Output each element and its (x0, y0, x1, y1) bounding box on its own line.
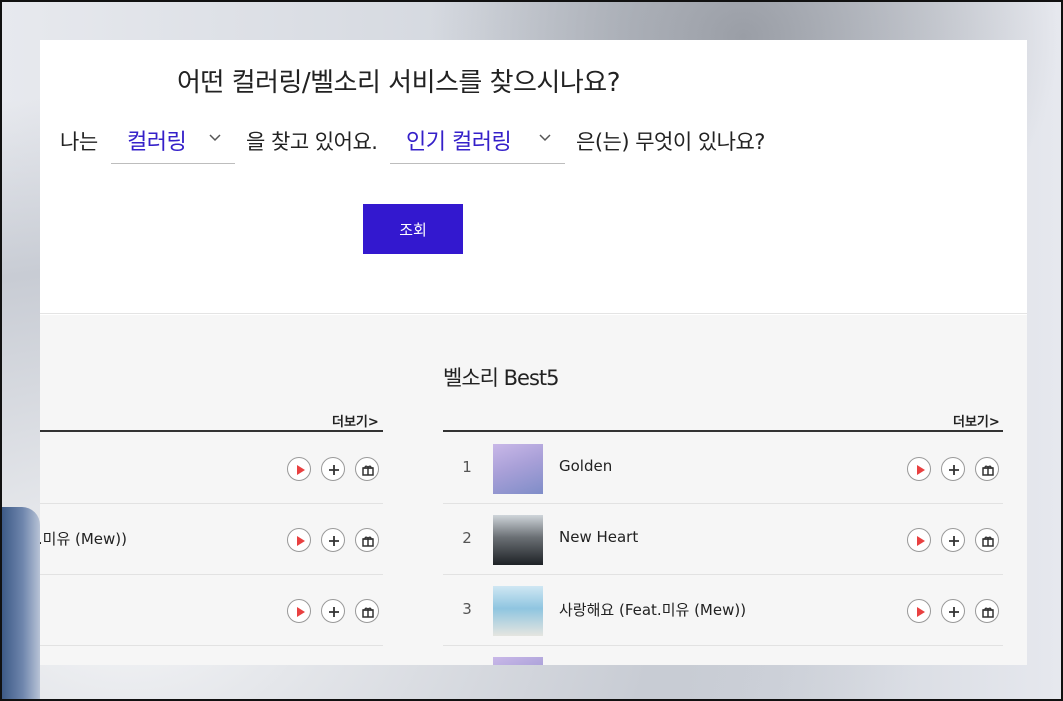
query-section: 어떤 컬러링/벨소리 서비스를 찾으시나요? 나는 컬러링 을 찾고 있어요. … (40, 40, 1027, 314)
song-title[interactable]: New Heart (559, 528, 638, 546)
type-select-value: 인기 컬러링 (406, 130, 512, 155)
sentence-prefix: 나는 (60, 130, 98, 154)
gift-button[interactable] (355, 528, 379, 552)
list-item[interactable]: t.미유 (Mew)) (40, 504, 383, 575)
play-button[interactable] (287, 457, 311, 481)
right-column-divider (443, 430, 1003, 432)
chevron-down-icon (209, 134, 221, 142)
row-actions (287, 457, 379, 481)
song-title[interactable]: Golden (559, 457, 612, 475)
album-thumbnail[interactable] (493, 586, 543, 636)
gift-button[interactable] (975, 457, 999, 481)
gift-button[interactable] (975, 599, 999, 623)
add-button[interactable] (321, 528, 345, 552)
row-actions (907, 599, 999, 623)
row-actions (907, 528, 999, 552)
background-decoration (2, 507, 40, 699)
add-button[interactable] (321, 457, 345, 481)
add-button[interactable] (321, 599, 345, 623)
rank-number: 2 (462, 529, 472, 547)
add-button[interactable] (941, 528, 965, 552)
add-button[interactable] (941, 599, 965, 623)
list-item[interactable]: 2 New Heart (443, 504, 1003, 575)
play-button[interactable] (907, 528, 931, 552)
ringtone-best5-title: 벨소리 Best5 (443, 366, 559, 390)
left-more-link[interactable]: 더보기> (332, 411, 379, 430)
list-item[interactable] (40, 575, 383, 646)
gift-button[interactable] (355, 457, 379, 481)
question-title: 어떤 컬러링/벨소리 서비스를 찾으시나요? (177, 68, 621, 98)
album-thumbnail[interactable] (493, 444, 543, 494)
ringtone-finder-panel: 어떤 컬러링/벨소리 서비스를 찾으시나요? 나는 컬러링 을 찾고 있어요. … (40, 40, 1027, 665)
song-title: t.미유 (Mew)) (40, 530, 128, 548)
rank-number: 1 (462, 458, 472, 476)
album-thumbnail[interactable] (493, 515, 543, 565)
gift-button[interactable] (355, 599, 379, 623)
search-button[interactable]: 조회 (363, 204, 463, 254)
list-item[interactable]: 4 (443, 646, 1003, 665)
list-item[interactable]: 1 Golden (443, 433, 1003, 504)
rank-number: 3 (462, 600, 472, 618)
chevron-down-icon (539, 134, 551, 142)
row-actions (287, 599, 379, 623)
sentence-suffix: 은(는) 무엇이 있나요? (576, 130, 765, 154)
background-frame: 어떤 컬러링/벨소리 서비스를 찾으시나요? 나는 컬러링 을 찾고 있어요. … (0, 0, 1063, 701)
play-button[interactable] (287, 599, 311, 623)
song-title[interactable]: 사랑해요 (Feat.미유 (Mew)) (559, 599, 746, 620)
service-select[interactable]: 컬러링 (111, 120, 235, 164)
row-actions (907, 457, 999, 481)
sentence-middle: 을 찾고 있어요. (246, 130, 378, 154)
row-actions (287, 528, 379, 552)
type-select[interactable]: 인기 컬러링 (390, 120, 565, 164)
add-button[interactable] (941, 457, 965, 481)
service-select-value: 컬러링 (127, 130, 187, 155)
play-button[interactable] (907, 599, 931, 623)
list-item[interactable] (40, 433, 383, 504)
album-thumbnail[interactable] (493, 657, 543, 665)
list-item[interactable]: 3 사랑해요 (Feat.미유 (Mew)) (443, 575, 1003, 646)
play-button[interactable] (907, 457, 931, 481)
ranking-section: 더보기> t.미유 (Mew)) 벨소리 Best5 더보기> 1 Golden 2… (40, 315, 1027, 665)
gift-button[interactable] (975, 528, 999, 552)
play-button[interactable] (287, 528, 311, 552)
left-column-divider (40, 430, 383, 432)
right-more-link[interactable]: 더보기> (953, 411, 1000, 430)
